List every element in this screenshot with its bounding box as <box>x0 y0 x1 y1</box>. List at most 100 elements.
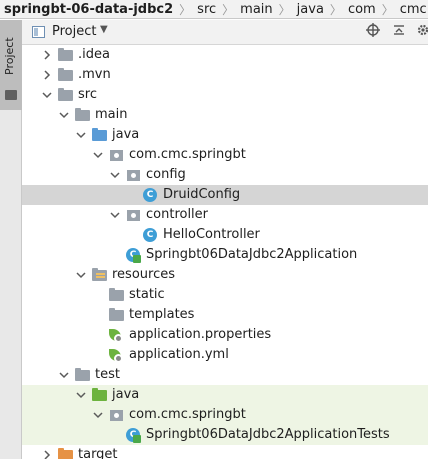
tree-item-src[interactable]: src <box>22 85 428 105</box>
chevron-right-icon: 〉 <box>381 2 394 17</box>
folder-icon <box>109 288 125 302</box>
tree-item-idea[interactable]: .idea <box>22 45 428 65</box>
folder-icon <box>5 90 17 100</box>
breadcrumb-main[interactable]: main <box>234 0 272 18</box>
resources-folder-icon <box>92 268 108 282</box>
tree-item-mvn[interactable]: .mvn <box>22 65 428 85</box>
tree-item-static[interactable]: static <box>22 285 428 305</box>
tree-item-label: controller <box>146 207 209 222</box>
breadcrumb-project[interactable]: springbt-06-data-jdbc2 <box>0 0 173 18</box>
dropdown-arrow-icon[interactable]: ▼ <box>100 24 108 35</box>
tree-item-label: main <box>95 107 128 122</box>
tree-item-label: java <box>112 127 140 142</box>
package-icon <box>126 168 142 182</box>
tree-item-label: test <box>95 367 120 382</box>
chevron-right-icon[interactable] <box>40 47 54 63</box>
breadcrumb: springbt-06-data-jdbc2 〉 src 〉 main 〉 ja… <box>0 0 428 19</box>
project-tool-tab-label: Project <box>3 37 16 75</box>
excluded-folder-icon <box>58 448 74 459</box>
breadcrumb-cmc[interactable]: cmc <box>394 0 427 18</box>
test-folder-icon <box>92 388 108 402</box>
folder-icon <box>58 68 74 82</box>
tree-item-resources[interactable]: resources <box>22 265 428 285</box>
chevron-down-icon[interactable] <box>74 267 88 283</box>
tree-item-config[interactable]: config <box>22 165 428 185</box>
tree-item-label: com.cmc.springbt <box>129 407 246 422</box>
chevron-down-icon[interactable] <box>74 127 88 143</box>
tree-item-label: HelloController <box>163 227 260 242</box>
tree-item-label: .idea <box>78 47 110 62</box>
collapse-all-icon[interactable] <box>390 23 408 41</box>
spring-config-icon <box>109 348 125 363</box>
breadcrumb-src[interactable]: src <box>191 0 216 18</box>
locate-target-icon[interactable] <box>364 23 382 41</box>
tree-item-target[interactable]: target <box>22 445 428 459</box>
chevron-right-icon[interactable] <box>40 67 54 83</box>
project-tree: .idea .mvn src main java com.cmc.springbt conf… <box>22 45 428 459</box>
tree-item-label: application.yml <box>129 347 229 362</box>
package-icon <box>109 408 125 422</box>
tree-item-druidconfig[interactable]: C DruidConfig <box>22 185 428 205</box>
tree-item-test[interactable]: test <box>22 365 428 385</box>
tree-item-label: src <box>78 87 97 102</box>
tree-item-label: DruidConfig <box>163 187 241 202</box>
tool-window-strip: Project <box>0 20 22 459</box>
chevron-right-icon[interactable] <box>40 447 54 459</box>
chevron-down-icon[interactable] <box>91 407 105 423</box>
project-tool-tab[interactable]: Project <box>0 20 22 110</box>
tree-item-hellocontroller[interactable]: C HelloController <box>22 225 428 245</box>
chevron-right-icon: 〉 <box>278 2 291 17</box>
breadcrumb-java[interactable]: java <box>291 0 324 18</box>
tree-item-com-cmc-springbt[interactable]: com.cmc.springbt <box>22 405 428 425</box>
folder-icon <box>75 108 91 122</box>
chevron-down-icon[interactable] <box>57 107 71 123</box>
tree-item-application-properties[interactable]: application.properties <box>22 325 428 345</box>
project-view-selector[interactable]: Project <box>52 24 96 39</box>
settings-gear-icon[interactable] <box>414 23 428 41</box>
package-icon <box>126 208 142 222</box>
chevron-down-icon[interactable] <box>108 207 122 223</box>
folder-icon <box>109 308 125 322</box>
chevron-down-icon[interactable] <box>40 87 54 103</box>
folder-icon <box>58 88 74 102</box>
java-class-icon: C <box>143 228 159 242</box>
chevron-right-icon: 〉 <box>329 2 342 17</box>
java-class-icon: C <box>143 188 159 202</box>
chevron-right-icon: 〉 <box>179 2 192 17</box>
project-panel-header: Project ▼ <box>22 20 428 45</box>
chevron-down-icon[interactable] <box>91 147 105 163</box>
tree-item-com-cmc-springbt[interactable]: com.cmc.springbt <box>22 145 428 165</box>
chevron-down-icon[interactable] <box>74 387 88 403</box>
chevron-right-icon: 〉 <box>222 2 235 17</box>
tree-item-label: .mvn <box>78 67 111 82</box>
tree-item-label: target <box>78 447 118 459</box>
tree-item-java[interactable]: java <box>22 125 428 145</box>
tree-item-main[interactable]: main <box>22 105 428 125</box>
folder-icon <box>58 48 74 62</box>
tree-item-springbt06datajdbc2applicationtests[interactable]: C Springbt06DataJdbc2ApplicationTests <box>22 425 428 445</box>
tree-item-java[interactable]: java <box>22 385 428 405</box>
package-icon <box>109 148 125 162</box>
tree-item-label: com.cmc.springbt <box>129 147 246 162</box>
tree-item-application-yml[interactable]: application.yml <box>22 345 428 365</box>
tree-item-label: config <box>146 167 186 182</box>
tree-item-label: templates <box>129 307 195 322</box>
tree-item-templates[interactable]: templates <box>22 305 428 325</box>
source-folder-icon <box>92 128 108 142</box>
project-view-icon <box>32 26 45 38</box>
tree-item-controller[interactable]: controller <box>22 205 428 225</box>
tree-item-label: application.properties <box>129 327 272 342</box>
chevron-down-icon[interactable] <box>108 167 122 183</box>
spring-boot-class-icon: C <box>126 248 142 263</box>
chevron-down-icon[interactable] <box>57 367 71 383</box>
tree-item-label: Springbt06DataJdbc2ApplicationTests <box>146 427 390 442</box>
java-test-class-icon: C <box>126 428 142 443</box>
tree-item-springbt06datajdbc2application[interactable]: C Springbt06DataJdbc2Application <box>22 245 428 265</box>
spring-config-icon <box>109 328 125 343</box>
tree-item-label: static <box>129 287 165 302</box>
tree-item-label: java <box>112 387 140 402</box>
folder-icon <box>75 368 91 382</box>
breadcrumb-com[interactable]: com <box>342 0 376 18</box>
tree-item-label: Springbt06DataJdbc2Application <box>146 247 358 262</box>
tree-item-label: resources <box>112 267 176 282</box>
